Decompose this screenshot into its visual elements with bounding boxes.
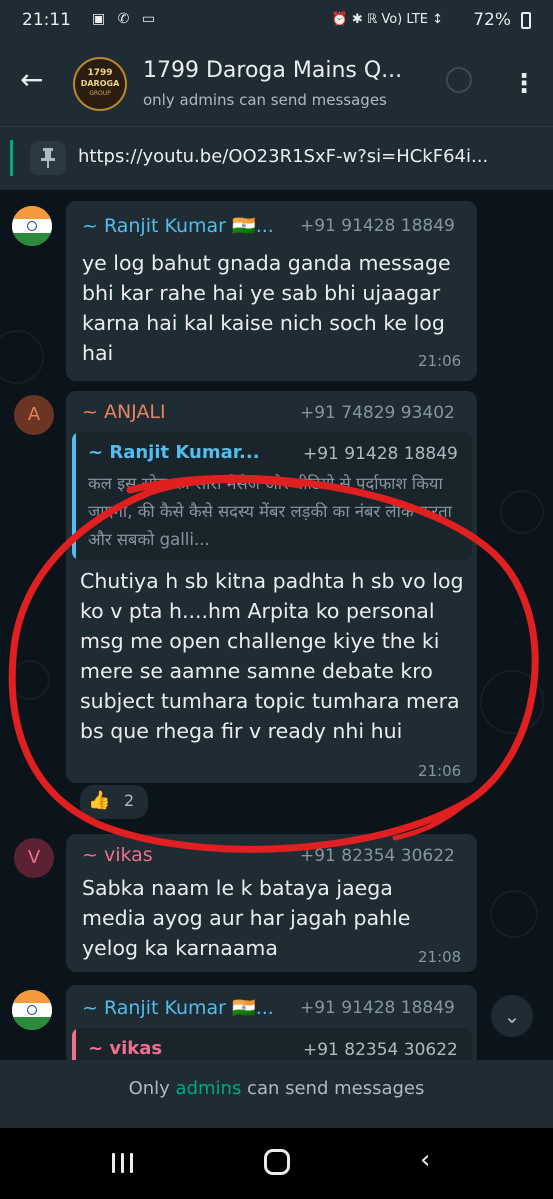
admins-only-notice: Only admins can send messages [0, 1078, 553, 1099]
notice-suffix: can send messages [241, 1078, 425, 1099]
more-options-icon[interactable]: ⋮ [511, 66, 537, 102]
message-time: 21:08 [418, 948, 462, 966]
message-text: ye log bahut gnada ganda message bhi kar… [82, 251, 451, 365]
wallpaper-doodle [0, 330, 44, 384]
quoted-sender: ~ vikas [88, 1038, 163, 1059]
group-avatar-line: DAROGA [80, 79, 120, 88]
message-time: 21:06 [418, 352, 462, 370]
message-phone: +91 74829 93402 [300, 403, 455, 423]
quoted-sender: ~ Ranjit Kumar... [88, 442, 260, 463]
red-circle-annotation [8, 474, 539, 853]
pin-icon [30, 141, 66, 175]
message-phone: +91 91428 18849 [300, 998, 455, 1018]
message-text: Sabka naam le k bataya jaega media ayog … [82, 876, 411, 960]
wallpaper-doodle [490, 890, 538, 938]
signal-icons: ⏰ ✱ ℝ Vo) LTE ↕ [331, 12, 443, 27]
scroll-down-icon[interactable]: ⌄ [491, 995, 533, 1037]
message-sender[interactable]: ~ ANJALI [82, 401, 166, 423]
pinned-link[interactable]: https://youtu.be/OO23R1SxF-w?si=HCkF64i.… [78, 146, 540, 167]
admins-link[interactable]: admins [176, 1078, 242, 1099]
notification-icons: ▣ ✆ ▭ [92, 11, 160, 27]
quoted-phone: +91 82354 30622 [303, 1040, 458, 1060]
call-icon[interactable] [446, 67, 472, 93]
battery-percent: 72% [473, 10, 511, 30]
status-time: 21:11 [22, 10, 71, 30]
group-title[interactable]: 1799 Daroga Mains Q... [143, 58, 402, 83]
group-avatar[interactable]: 1799 DAROGA GROUP [73, 57, 127, 111]
avatar[interactable] [12, 206, 52, 246]
quoted-phone: +91 91428 18849 [303, 444, 458, 464]
group-avatar-line: GROUP [89, 90, 111, 97]
avatar[interactable] [12, 990, 52, 1030]
group-avatar-line: 1799 [87, 68, 113, 78]
home-icon[interactable] [264, 1149, 290, 1175]
battery-icon [521, 12, 531, 29]
notice-prefix: Only [128, 1078, 176, 1099]
pinned-indicator [10, 140, 13, 176]
group-subtitle: only admins can send messages [143, 91, 387, 109]
back-arrow-icon[interactable]: ← [20, 60, 52, 100]
message-sender[interactable]: ~ Ranjit Kumar 🇮🇳... [82, 996, 274, 1019]
status-bar [0, 0, 553, 42]
nav-back-icon[interactable]: ‹ [420, 1145, 430, 1175]
recent-apps-icon[interactable] [110, 1150, 136, 1176]
avatar[interactable]: A [14, 395, 54, 435]
message-phone: +91 91428 18849 [300, 216, 455, 236]
message-sender[interactable]: ~ Ranjit Kumar 🇮🇳... [82, 214, 274, 237]
